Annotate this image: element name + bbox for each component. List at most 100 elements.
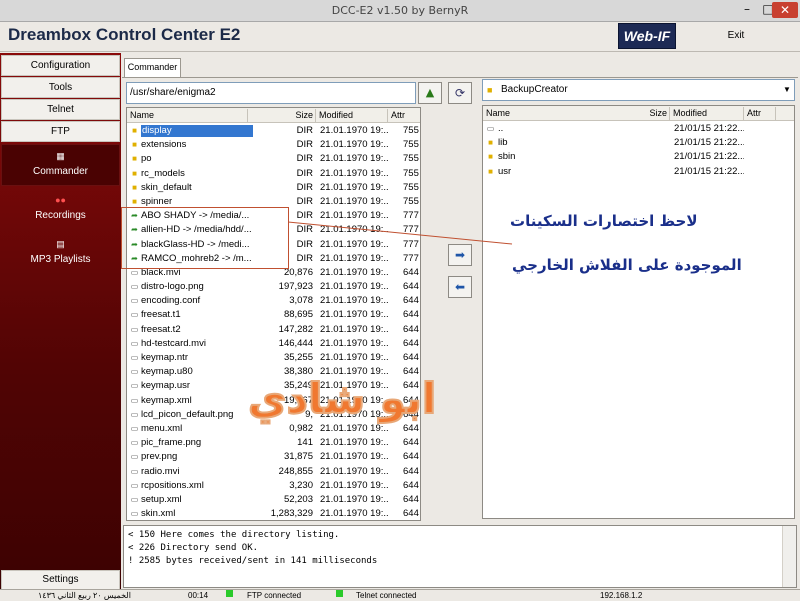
file-modified: 21.01.1970 19:... xyxy=(320,266,388,278)
nav-commander-label: Commander xyxy=(32,166,89,177)
file-row[interactable]: ■ skin_default DIR 21.01.1970 19:... 755 xyxy=(127,181,420,195)
file-row[interactable]: ▭ encoding.conf 3,078 21.01.1970 19:... 644 xyxy=(127,294,420,308)
log-line: ! 2585 bytes received/sent in 141 millis… xyxy=(128,556,378,566)
file-icon: ▭ xyxy=(130,452,139,462)
file-row[interactable]: ▭ freesat.t2 147,282 21.01.1970 19:... 644 xyxy=(127,323,420,337)
annotation-pointer-line xyxy=(288,221,513,245)
nav-telnet[interactable]: Telnet xyxy=(1,99,120,120)
file-row[interactable]: ▭ distro-logo.png 197,923 21.01.1970 19:...… xyxy=(127,280,420,294)
tab-commander[interactable]: Commander xyxy=(124,58,181,77)
up-arrow-icon: ▲ xyxy=(425,86,435,99)
file-size: 141 xyxy=(297,437,313,449)
file-modified: 21.01.1970 19:... xyxy=(320,181,388,193)
file-modified: 21/01/15 21:22... xyxy=(674,165,744,177)
file-row[interactable]: ■ sbin 21/01/15 21:22... xyxy=(483,150,794,164)
file-size: 197,923 xyxy=(278,281,313,293)
chevron-down-icon[interactable]: ▼ xyxy=(780,80,794,100)
file-attr: 644 xyxy=(403,266,419,278)
sidebar: Configuration Tools Telnet FTP ▦ Command… xyxy=(0,53,121,594)
nav-recordings[interactable]: ●● Recordings xyxy=(1,189,120,231)
file-attr: 755 xyxy=(403,195,419,207)
file-row[interactable]: ▭ rcpositions.xml 3,230 21.01.1970 19:... 64… xyxy=(127,479,420,493)
col-size[interactable]: Size xyxy=(590,107,670,120)
refresh-button[interactable]: ⟳ xyxy=(448,82,472,104)
nav-tools[interactable]: Tools xyxy=(1,77,120,98)
file-size: 146,444 xyxy=(278,337,313,349)
log-line: < 150 Here comes the directory listing. xyxy=(128,530,340,540)
file-row[interactable]: ▭ keymap.ntr 35,255 21.01.1970 19:... 644 xyxy=(127,351,420,365)
file-attr: 755 xyxy=(403,125,419,136)
nav-settings[interactable]: Settings xyxy=(1,570,120,590)
left-path-field[interactable]: /usr/share/enigma2 xyxy=(126,82,416,104)
col-attr[interactable]: Attr xyxy=(388,109,420,122)
file-row[interactable]: ▭ radio.mvi 248,855 21.01.1970 19:... 644 xyxy=(127,465,420,479)
file-size: 0,982 xyxy=(289,422,313,434)
col-modified[interactable]: Modified xyxy=(670,107,744,120)
close-button[interactable]: ✕ xyxy=(772,2,798,18)
left-file-list[interactable]: Name Size Modified Attr ■ display DIR 21.01… xyxy=(126,107,421,521)
file-row[interactable]: ▭ menu.xml 0,982 21.01.1970 19:... 644 xyxy=(127,422,420,436)
nav-commander[interactable]: ▦ Commander xyxy=(1,144,120,186)
file-icon: ▭ xyxy=(130,381,139,391)
file-icon: ▭ xyxy=(130,438,139,448)
file-size: 31,875 xyxy=(283,451,313,463)
webif-button[interactable]: Web-IF xyxy=(618,23,676,49)
file-name: hd-testcard.mvi xyxy=(141,337,206,349)
file-name: freesat.t2 xyxy=(141,323,181,335)
nav-configuration[interactable]: Configuration xyxy=(1,55,120,76)
file-row[interactable]: ▭ prev.png 31,875 21.01.1970 19:... 644 xyxy=(127,450,420,464)
file-name: lib xyxy=(498,137,508,149)
col-modified[interactable]: Modified xyxy=(316,109,388,122)
file-modified: 21.01.1970 19:... xyxy=(320,281,388,293)
file-name: .. xyxy=(498,123,504,134)
file-name: display xyxy=(141,125,253,137)
playlist-icon: ▤ xyxy=(56,239,65,249)
file-name: skin_default xyxy=(141,181,192,193)
copy-left-button[interactable]: ⬅ xyxy=(448,276,472,298)
file-icon: ▭ xyxy=(130,310,139,320)
folder-icon: ■ xyxy=(132,126,137,135)
file-icon: ▭ xyxy=(486,124,495,133)
file-row[interactable]: ■ usr 21/01/15 21:22... xyxy=(483,165,794,179)
file-row[interactable]: ▭ skin.xml 1,283,329 21.01.1970 19:... 644 xyxy=(127,507,420,520)
log-scrollbar[interactable] xyxy=(782,526,796,587)
folder-icon: ■ xyxy=(488,152,493,162)
left-list-scrollbar[interactable] xyxy=(421,107,439,521)
right-file-list[interactable]: Name Size Modified Attr ▭.. 21/01/15 21:2… xyxy=(482,105,795,519)
col-name[interactable]: Name xyxy=(127,109,248,122)
file-row[interactable]: ■ extensions DIR 21.01.1970 19:... 755 xyxy=(127,138,420,152)
file-name: setup.xml xyxy=(141,493,182,505)
file-name: usr xyxy=(498,165,512,177)
file-attr: 644 xyxy=(403,451,419,463)
col-attr[interactable]: Attr xyxy=(744,107,776,120)
file-size: DIR xyxy=(296,153,313,165)
folder-icon: ■ xyxy=(132,182,137,192)
col-size[interactable]: Size xyxy=(248,109,316,122)
file-attr: 644 xyxy=(403,337,419,349)
file-row[interactable]: ▭ hd-testcard.mvi 146,444 21.01.1970 19:...… xyxy=(127,337,420,351)
left-rows: ■ display DIR 21.01.1970 19:... 755 ■ extensio… xyxy=(127,124,420,520)
minimize-button[interactable]: – xyxy=(736,1,758,19)
file-size: DIR xyxy=(296,181,313,193)
file-name: pic_frame.png xyxy=(141,437,202,449)
file-size: 52,203 xyxy=(283,493,313,505)
right-path-select[interactable]: ■ BackupCreator ▼ xyxy=(482,79,795,101)
file-size: DIR xyxy=(296,125,313,136)
parent-dir-button[interactable]: ▲ xyxy=(418,82,442,104)
status-ftp: FTP connected xyxy=(247,591,302,600)
file-row[interactable]: ▭ freesat.t1 88,695 21.01.1970 19:... 644 xyxy=(127,308,420,322)
file-row[interactable]: ▭.. 21/01/15 21:22... xyxy=(483,122,794,136)
nav-mp3-playlists[interactable]: ▤ MP3 Playlists xyxy=(1,233,120,275)
window-title: DCC-E2 v1.50 by BernyR xyxy=(331,4,469,17)
exit-button[interactable]: Exit xyxy=(710,26,762,46)
file-row[interactable]: ▭ setup.xml 52,203 21.01.1970 19:... 644 xyxy=(127,493,420,507)
file-modified: 21.01.1970 19:... xyxy=(320,352,388,363)
nav-ftp[interactable]: FTP xyxy=(1,121,120,142)
file-row[interactable]: ■ display DIR 21.01.1970 19:... 755 xyxy=(127,124,420,138)
file-row[interactable]: ■ lib 21/01/15 21:22... xyxy=(483,136,794,150)
file-row[interactable]: ■ po DIR 21.01.1970 19:... 755 xyxy=(127,152,420,166)
file-name: radio.mvi xyxy=(141,465,180,477)
file-row[interactable]: ▭ pic_frame.png 141 21.01.1970 19:... 644 xyxy=(127,436,420,450)
file-row[interactable]: ■ rc_models DIR 21.01.1970 19:... 755 xyxy=(127,167,420,181)
file-modified: 21.01.1970 19:... xyxy=(320,508,388,520)
